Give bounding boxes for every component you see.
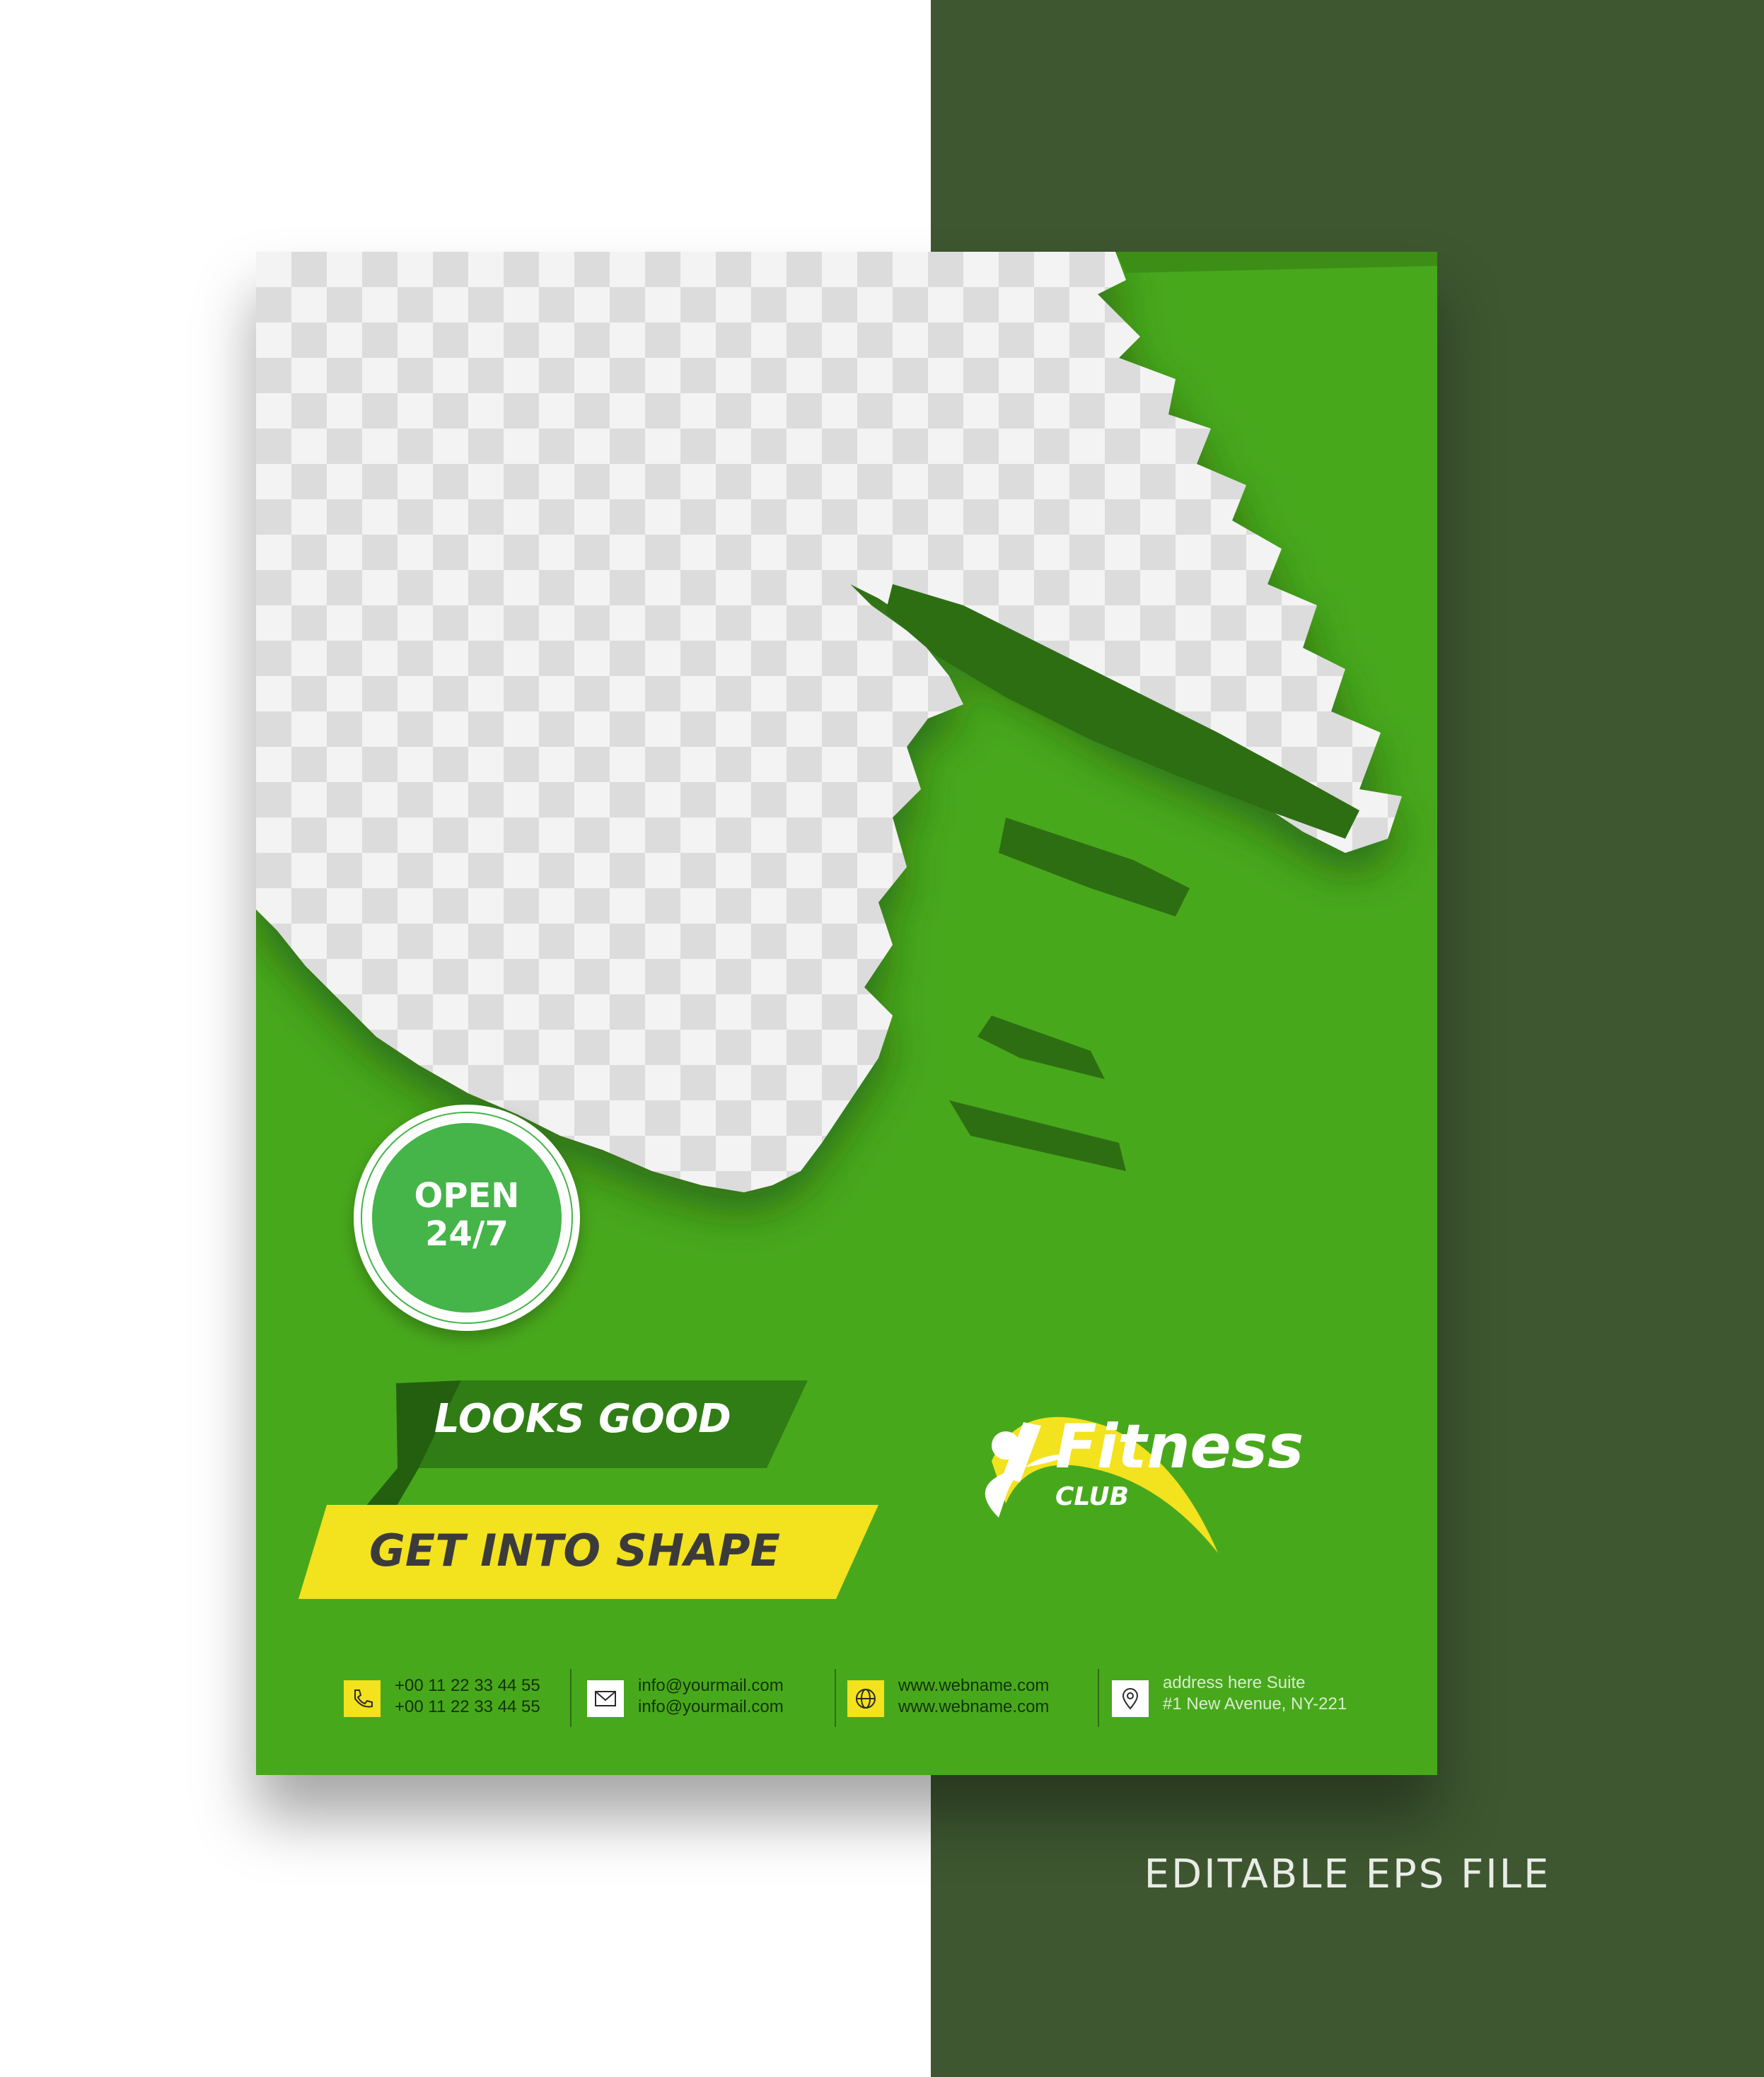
divider — [570, 1669, 571, 1727]
open-badge: OPEN 24/7 — [354, 1105, 580, 1331]
badge-line-1: OPEN — [414, 1176, 520, 1216]
phone-line-2: +00 11 22 33 44 55 — [395, 1697, 540, 1716]
caption: EDITABLE EPS FILE — [1144, 1851, 1551, 1897]
flyer: OPEN 24/7 LOOKS GOOD GET INTO SHAPE Fitn… — [256, 252, 1437, 1775]
divider — [835, 1669, 836, 1727]
logo-name: Fitness — [1055, 1412, 1304, 1482]
web-line-2: www.webname.com — [898, 1697, 1050, 1716]
divider — [1098, 1669, 1099, 1727]
phone-icon — [344, 1680, 381, 1717]
address-line-2: #1 New Avenue, NY-221 — [1163, 1694, 1347, 1714]
badge-line-2: 24/7 — [425, 1214, 509, 1254]
logo-sub: CLUB — [1055, 1482, 1130, 1511]
mail-icon — [587, 1680, 624, 1717]
photo-placeholder — [256, 252, 1402, 1192]
email-line-1: info@yourmail.com — [638, 1676, 784, 1695]
tagline-get-into-shape: GET INTO SHAPE — [369, 1525, 780, 1576]
tagline-looks-good: LOOKS GOOD — [434, 1396, 731, 1442]
phone-line-1: +00 11 22 33 44 55 — [395, 1676, 540, 1695]
globe-icon — [847, 1680, 884, 1717]
email-line-2: info@yourmail.com — [638, 1697, 784, 1716]
location-pin-icon — [1112, 1680, 1149, 1717]
address-line-1: address here Suite — [1163, 1673, 1306, 1692]
web-line-1: www.webname.com — [898, 1676, 1050, 1695]
